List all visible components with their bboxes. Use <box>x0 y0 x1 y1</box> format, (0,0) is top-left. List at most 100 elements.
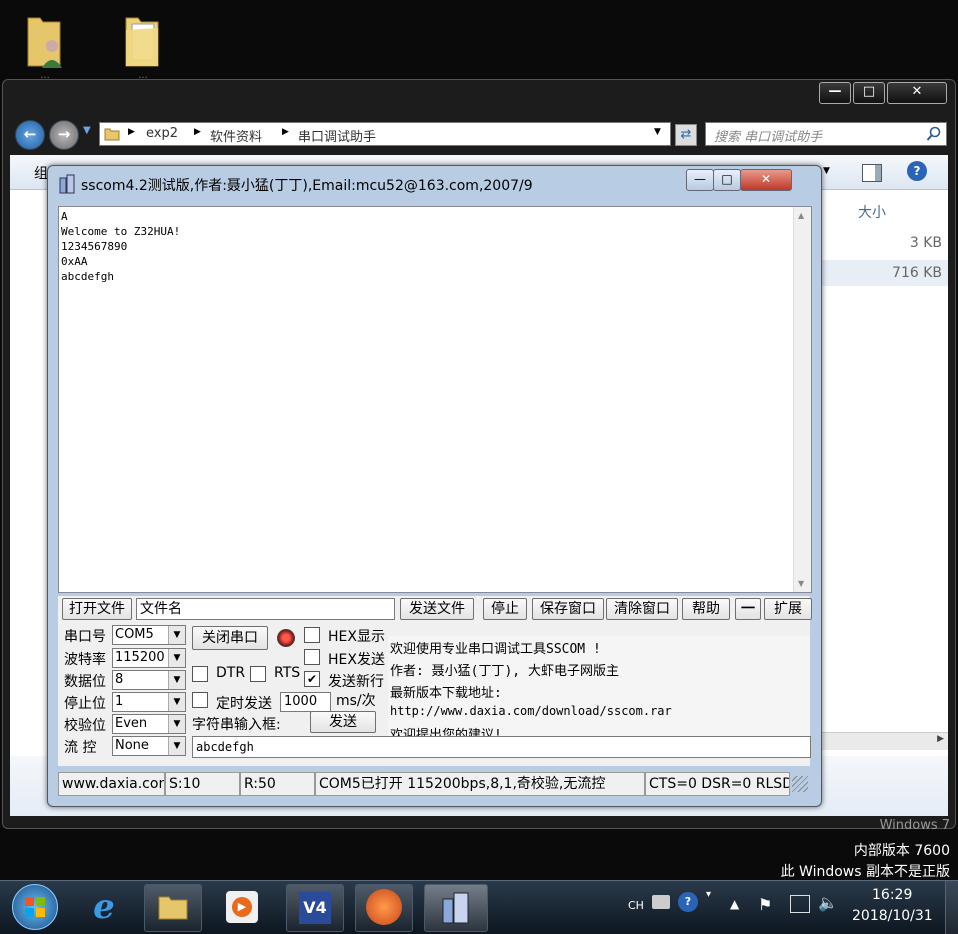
ime-options-icon[interactable]: ▾ <box>706 889 711 900</box>
baud-label: 波特率 <box>64 652 106 668</box>
rts-checkbox[interactable] <box>250 666 266 682</box>
network-icon[interactable] <box>790 895 810 913</box>
volume-icon[interactable]: 🔈 <box>818 893 838 912</box>
ime-help-icon[interactable]: ? <box>678 892 698 912</box>
horizontal-scrollbar[interactable]: ▶ <box>822 732 948 750</box>
timed-send-checkbox[interactable] <box>192 692 208 708</box>
send-input[interactable]: abcdefgh <box>192 736 811 758</box>
search-input[interactable]: 搜索 串口调试助手 <box>705 122 947 146</box>
watermark-edition: Windows 7 <box>879 818 950 830</box>
maximize-button[interactable]: □ <box>713 169 741 191</box>
scroll-up-icon[interactable]: ▲ <box>798 211 804 220</box>
baud-select[interactable]: 115200 ▼ <box>112 648 186 668</box>
stop-bits-select[interactable]: 1 ▼ <box>112 692 186 712</box>
clear-window-button[interactable]: 清除窗口 <box>606 598 678 620</box>
close-button[interactable]: ✕ <box>740 169 792 191</box>
status-sent-count: S:10 <box>165 772 240 796</box>
info-line[interactable]: http://www.daxia.com/download/sscom.rar <box>390 704 672 718</box>
chevron-down-icon: ▼ <box>168 649 185 667</box>
expand-button[interactable]: 扩展 <box>764 598 812 620</box>
help-button[interactable]: 帮助 <box>682 598 730 620</box>
folder-icon <box>104 128 120 141</box>
flow-label: 流 控 <box>64 740 97 756</box>
folder-icon <box>125 17 159 67</box>
parity-select[interactable]: Even ▼ <box>112 714 186 734</box>
breadcrumb-item[interactable]: exp2 <box>146 126 178 141</box>
hex-display-label: HEX显示 <box>328 629 385 645</box>
collapse-button[interactable]: 一 <box>735 598 761 620</box>
file-size: 3 KB <box>909 235 942 251</box>
organize-menu[interactable]: 组 <box>34 163 48 183</box>
minimize-button[interactable]: — <box>819 82 851 104</box>
save-window-button[interactable]: 保存窗口 <box>532 598 604 620</box>
scroll-down-icon[interactable]: ▼ <box>798 579 804 588</box>
hex-send-label: HEX发送 <box>328 652 385 668</box>
search-icon[interactable] <box>926 126 942 142</box>
stop-bits-label: 停止位 <box>64 696 106 712</box>
file-row[interactable]: 3 KB <box>822 230 948 256</box>
info-line: 最新版本下载地址: <box>390 686 502 701</box>
port-select[interactable]: COM5 ▼ <box>112 625 186 645</box>
string-input-label: 字符串输入框: <box>192 717 281 733</box>
send-file-button[interactable]: 发送文件 <box>400 598 474 620</box>
back-button[interactable]: ← <box>15 120 45 150</box>
receive-area[interactable]: A Welcome to Z32HUA! 1234567890 0xAA abc… <box>58 206 812 593</box>
info-panel: 欢迎使用专业串口调试工具SSCOM ! 作者: 聂小猛(丁丁), 大虾电子网版主… <box>388 636 810 743</box>
windows-logo-icon <box>25 897 45 917</box>
stop-button[interactable]: 停止 <box>483 598 527 620</box>
ie-taskbar-icon[interactable]: e <box>84 887 124 927</box>
send-button[interactable]: 发送 <box>310 711 376 733</box>
info-line: 欢迎使用专业串口调试工具SSCOM ! <box>390 642 601 657</box>
keyboard-icon[interactable] <box>652 895 670 909</box>
dtr-checkbox[interactable] <box>192 666 208 682</box>
timed-send-label: 定时发送 <box>216 696 272 712</box>
maximize-button[interactable]: □ <box>853 82 885 104</box>
clock-date[interactable]: 2018/10/31 <box>852 908 933 924</box>
resize-grip-icon[interactable] <box>792 776 808 792</box>
action-center-flag-icon[interactable]: ⚑ <box>758 895 772 914</box>
app-v4-taskbar-button[interactable]: V4 <box>286 884 344 932</box>
show-desktop-button[interactable] <box>945 881 958 934</box>
data-bits-select[interactable]: 8 ▼ <box>112 670 186 690</box>
close-button[interactable]: ✕ <box>887 82 947 104</box>
user-folder-icon <box>27 17 62 68</box>
status-website[interactable]: www.daxia.com <box>58 772 165 796</box>
chevron-down-icon: ▼ <box>168 715 185 733</box>
breadcrumb-item[interactable]: 串口调试助手 <box>298 126 376 145</box>
flow-select[interactable]: None ▼ <box>112 736 186 756</box>
address-bar[interactable]: ▶ exp2 ▶ 软件资料 ▶ 串口调试助手 ▼ <box>99 122 671 146</box>
folder-icon <box>158 896 188 920</box>
preview-pane-icon[interactable] <box>862 164 882 182</box>
filename-field[interactable]: 文件名 <box>136 598 395 620</box>
view-dropdown-icon[interactable]: ▼ <box>823 166 830 176</box>
open-file-button[interactable]: 打开文件 <box>62 598 132 620</box>
v4-icon: V4 <box>299 892 331 924</box>
show-hidden-icons[interactable]: ▲ <box>730 897 739 911</box>
hex-send-checkbox[interactable] <box>304 649 320 665</box>
history-dropdown-icon[interactable]: ▼ <box>83 125 91 136</box>
basketball-app-taskbar-button[interactable] <box>355 884 413 932</box>
file-row[interactable]: 716 KB <box>822 260 948 286</box>
interval-input[interactable]: 1000 <box>280 692 331 712</box>
breadcrumb-item[interactable]: 软件资料 <box>210 126 262 145</box>
send-newline-checkbox[interactable]: ✔ <box>304 671 320 687</box>
column-header-size[interactable]: 大小 <box>858 202 886 222</box>
sscom-taskbar-button[interactable] <box>424 884 488 932</box>
close-port-button[interactable]: 关闭串口 <box>192 626 268 650</box>
app-icon <box>59 174 75 194</box>
media-player-taskbar-icon[interactable]: ▶ <box>226 891 258 923</box>
help-icon[interactable]: ? <box>907 161 927 181</box>
explorer-taskbar-button[interactable] <box>144 884 202 932</box>
refresh-icon[interactable]: ⇄ <box>675 124 697 146</box>
breadcrumb-separator-icon: ▶ <box>194 127 201 137</box>
watermark-build: 内部版本 7600 <box>853 843 950 859</box>
clock-time[interactable]: 16:29 <box>872 887 912 903</box>
chevron-down-icon: ▼ <box>168 737 185 755</box>
forward-button[interactable]: → <box>49 120 79 150</box>
start-button[interactable] <box>12 884 58 930</box>
minimize-button[interactable]: — <box>686 169 714 191</box>
vertical-scrollbar[interactable]: ▲ ▼ <box>793 207 811 592</box>
address-dropdown-icon[interactable]: ▼ <box>654 127 661 137</box>
language-indicator[interactable]: CH <box>628 899 644 912</box>
hex-display-checkbox[interactable] <box>304 627 320 643</box>
